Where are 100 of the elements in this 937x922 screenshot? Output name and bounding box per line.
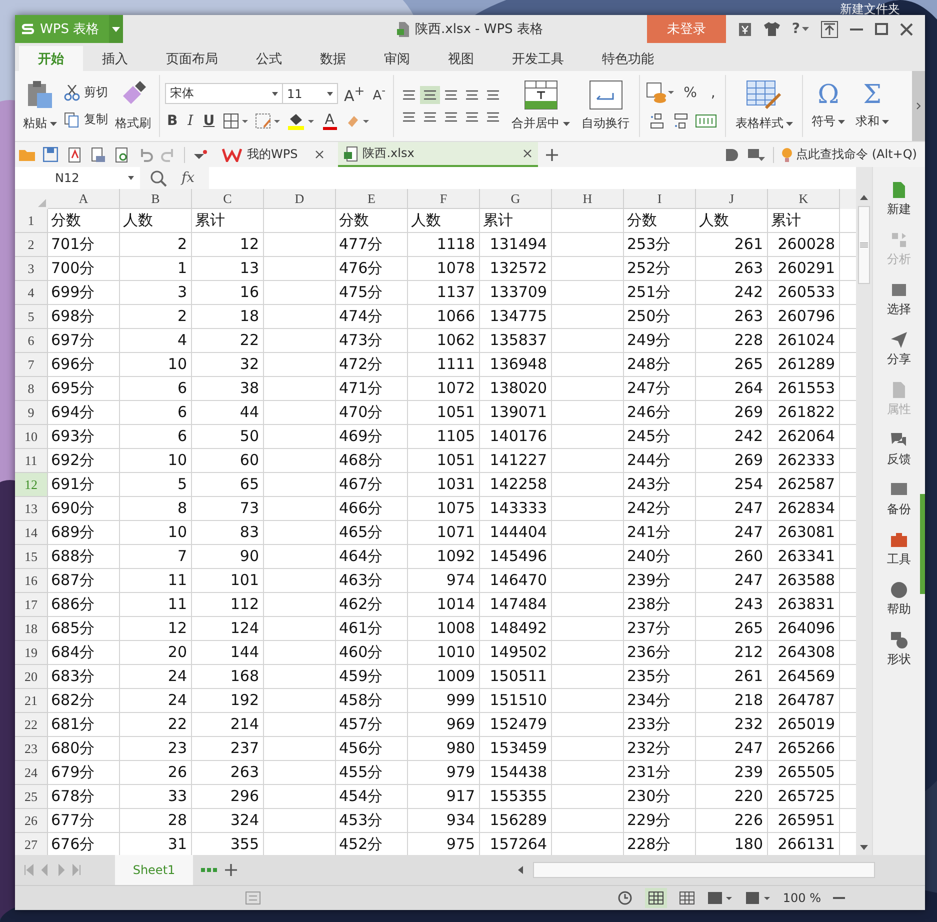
cell-style-icon[interactable] (254, 113, 281, 129)
desktop-label[interactable]: 新建文件夹 (840, 1, 900, 18)
sidebar-button[interactable]: 工具 (887, 531, 911, 581)
row-header[interactable]: 11 (15, 449, 48, 473)
increase-font-button[interactable]: A$^{+}$ (342, 82, 367, 104)
sidebar-button[interactable]: 分享 (887, 331, 911, 381)
font-color-button[interactable]: A (320, 112, 339, 130)
reading-mode-icon[interactable] (706, 891, 733, 905)
column-header[interactable]: H (552, 189, 624, 209)
grid-view-icon[interactable] (678, 891, 695, 905)
minimize-icon[interactable] (850, 28, 863, 30)
fill-color-icon[interactable] (286, 112, 315, 130)
zoom-out-icon[interactable] (833, 896, 845, 900)
zoom-icon[interactable] (150, 170, 167, 186)
row-header[interactable]: 4 (15, 281, 48, 305)
column-header[interactable]: C (192, 189, 264, 209)
close-icon[interactable] (900, 22, 913, 36)
column-header[interactable]: A (48, 189, 120, 209)
column-header[interactable]: J (696, 189, 768, 209)
help-menu[interactable]: ? (792, 21, 809, 37)
ribbon-tab[interactable]: 数据 (301, 46, 365, 71)
align-icon[interactable] (420, 86, 440, 104)
row-header[interactable]: 14 (15, 521, 48, 545)
formula-input[interactable] (209, 167, 856, 189)
row-header[interactable]: 5 (15, 305, 48, 329)
decrease-font-button[interactable]: A$^{-}$ (370, 84, 388, 104)
function-button[interactable]: fx (177, 170, 199, 186)
ribbon-tab[interactable]: 公式 (237, 46, 301, 71)
print-preview-icon[interactable] (114, 146, 130, 162)
ribbon-tab[interactable]: 审阅 (365, 46, 429, 71)
row-header[interactable]: 19 (15, 641, 48, 665)
sidebar-button[interactable]: 形状 (887, 631, 911, 681)
add-icon[interactable] (546, 148, 558, 160)
percent-button[interactable]: % (678, 85, 702, 101)
sidebar-button[interactable]: 选择 (887, 281, 911, 331)
column-header[interactable]: G (480, 189, 552, 209)
caret-icon[interactable] (802, 27, 809, 31)
ribbon-tab[interactable]: 开始 (19, 46, 83, 71)
more-icon[interactable] (201, 868, 217, 872)
row-header[interactable]: 7 (15, 353, 48, 377)
underline-button[interactable]: U (201, 113, 217, 129)
grid-view-icon[interactable] (644, 888, 667, 908)
document-tab[interactable]: 陕西.xlsx (338, 142, 538, 167)
borders-icon[interactable] (222, 113, 249, 129)
row-header[interactable]: 23 (15, 737, 48, 761)
row-header[interactable]: 3 (15, 257, 48, 281)
upload-icon[interactable] (821, 20, 838, 38)
maximize-icon[interactable] (875, 23, 888, 35)
sum-button[interactable]: Σ 求和 (852, 80, 892, 132)
row-header[interactable]: 13 (15, 497, 48, 521)
column-header[interactable]: I (624, 189, 696, 209)
font-name-dropdown[interactable]: 宋体 (165, 83, 283, 104)
column-header[interactable]: F (408, 189, 480, 209)
scrollbar-thumb[interactable] (533, 862, 875, 878)
ribbon-tab[interactable]: 特色功能 (583, 46, 673, 71)
row-header[interactable]: 1 (15, 209, 48, 233)
screen-icon[interactable] (747, 148, 766, 162)
row-header[interactable]: 8 (15, 377, 48, 401)
row-header[interactable]: 9 (15, 401, 48, 425)
row-header[interactable]: 24 (15, 761, 48, 785)
name-box[interactable]: N12 (15, 167, 140, 189)
wrap-text-button[interactable]: 自动换行 (578, 78, 634, 134)
caret-icon[interactable] (112, 26, 120, 32)
row-header[interactable]: 16 (15, 569, 48, 593)
print-icon[interactable] (90, 146, 106, 162)
command-search[interactable]: 点此查找命令 (Alt+Q) (782, 146, 917, 163)
ribbon-tab[interactable]: 插入 (83, 46, 147, 71)
row-header[interactable]: 26 (15, 809, 48, 833)
sidebar-button[interactable]: 帮助 (887, 581, 911, 631)
eye-protection-icon[interactable] (744, 891, 771, 905)
row-header[interactable]: 2 (15, 233, 48, 257)
currency-icon[interactable] (644, 82, 675, 104)
italic-button[interactable]: I (186, 113, 196, 129)
column-header[interactable]: K (768, 189, 840, 209)
row-header[interactable]: 10 (15, 425, 48, 449)
pdf-icon[interactable] (66, 146, 82, 162)
comma-button[interactable]: , (706, 85, 720, 101)
symbol-button[interactable]: Ω 符号 (808, 80, 848, 132)
row-header[interactable]: 20 (15, 665, 48, 689)
sheet-tab[interactable]: Sheet1 (115, 855, 193, 885)
scrollbar-thumb[interactable] (858, 206, 870, 284)
column-header[interactable]: B (120, 189, 192, 209)
shirt-icon[interactable] (764, 22, 780, 36)
sidebar-button[interactable]: 反馈 (887, 431, 911, 481)
row-header[interactable]: 22 (15, 713, 48, 737)
number-format-icon[interactable] (695, 114, 718, 128)
add-sheet-icon[interactable] (225, 864, 237, 876)
ribbon-tab[interactable]: 视图 (429, 46, 493, 71)
font-size-dropdown[interactable]: 11 (282, 83, 338, 104)
row-header[interactable]: 15 (15, 545, 48, 569)
sidebar-button[interactable]: 备份 (887, 481, 911, 531)
wallet-icon[interactable] (738, 22, 752, 36)
cut-button[interactable]: 剪切 (64, 84, 108, 101)
table-style-button[interactable]: 表格样式 (731, 78, 798, 134)
column-header[interactable]: D (264, 189, 336, 209)
sidebar-button[interactable]: 新建 (887, 181, 911, 231)
copy-button[interactable]: 复制 (64, 111, 108, 128)
row-header[interactable]: 25 (15, 785, 48, 809)
ribbon-tab[interactable]: 开发工具 (493, 46, 583, 71)
column-header[interactable]: E (336, 189, 408, 209)
